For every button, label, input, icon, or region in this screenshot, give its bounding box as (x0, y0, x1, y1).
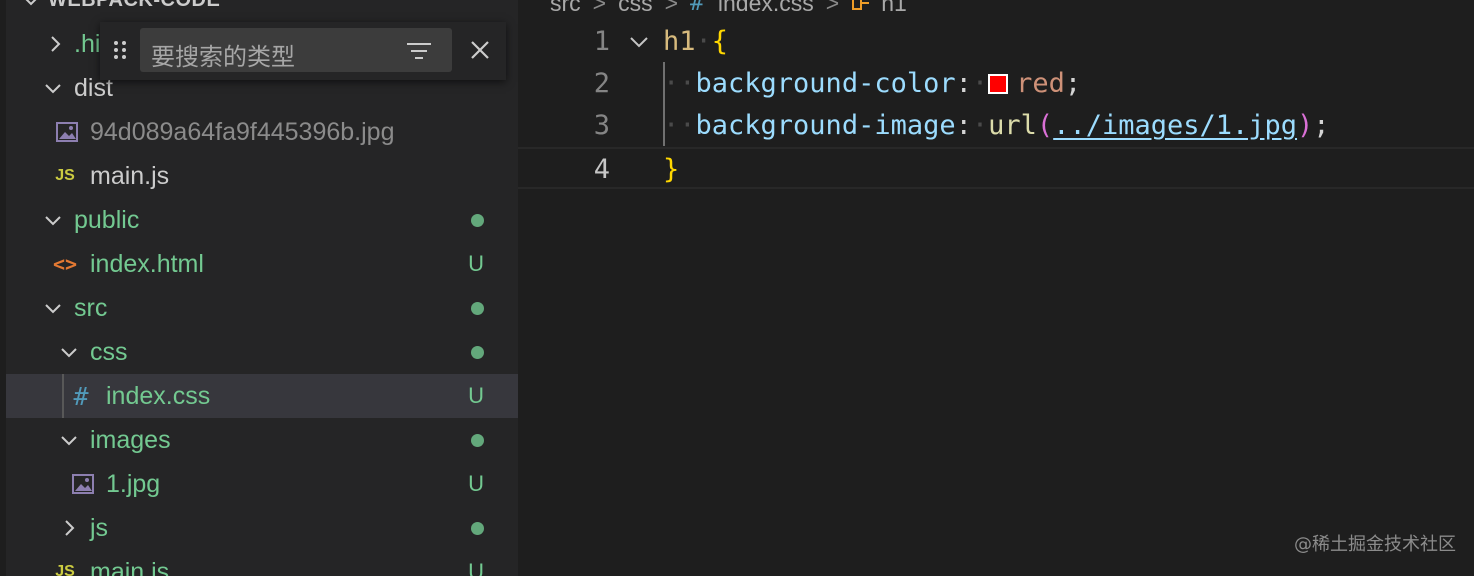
symbol-class-icon (852, 0, 870, 10)
chevron-down-icon (45, 216, 61, 226)
chevron-down-icon (61, 436, 77, 446)
color-swatch[interactable] (988, 74, 1009, 94)
code-text: ··background-image:·url(../images/1.jpg)… (663, 110, 1330, 141)
code-text: ··background-color:· red; (663, 68, 1082, 99)
explorer-section-header[interactable]: WEBPACK-CODE (20, 0, 220, 14)
find-input-placeholder: 要搜索的类型 (151, 44, 295, 71)
line-number: 1 (593, 26, 610, 57)
gripper-icon[interactable] (112, 39, 130, 61)
css-value: red (1016, 68, 1065, 99)
chevron-right-icon (51, 36, 61, 52)
image-file-icon (72, 474, 94, 494)
tree-item-label: main.js (90, 161, 170, 190)
fold-chevron-icon[interactable] (628, 34, 650, 52)
breadcrumb: src > css > # index.css > h1 (550, 0, 907, 18)
untracked-badge: U (468, 383, 484, 408)
find-input[interactable]: 要搜索的类型 (140, 28, 452, 72)
tree-item-src-main-js[interactable]: JS main.js U (6, 550, 518, 576)
line-number: 2 (593, 68, 610, 99)
tree-item-index-css[interactable]: # index.css U (6, 374, 518, 418)
close-brace: } (663, 154, 680, 185)
tree-item-label: js (90, 513, 109, 542)
tree-item-label: .hi (74, 29, 101, 58)
tree-item-dist-main-js[interactable]: JS main.js (6, 154, 518, 198)
semicolon: ; (1064, 68, 1082, 99)
html-file-icon: <> (52, 252, 78, 276)
tree-item-label: public (74, 205, 140, 234)
watermark: @稀土掘金技术社区 (1294, 534, 1456, 555)
chevron-down-icon (25, 0, 37, 6)
breadcrumb-item[interactable]: h1 (881, 0, 907, 17)
modified-dot (471, 345, 484, 359)
css-selector: h1 (663, 26, 696, 57)
indent-guide (62, 374, 64, 418)
modified-dot (471, 433, 484, 447)
explorer-find-widget: 要搜索的类型 (100, 22, 506, 80)
tree-item-1-jpg[interactable]: 1.jpg U (6, 462, 518, 506)
css-file-icon: # (690, 0, 704, 16)
chevron-right-icon (65, 520, 75, 536)
open-paren: ( (1036, 110, 1054, 141)
explorer-sidebar: WEBPACK-CODE .hi dist 94d089a64fa9f44539… (0, 0, 518, 576)
code-line-2[interactable]: 2 ··background-color:· red; (518, 63, 1474, 105)
tree-item-label: main.js (90, 557, 170, 576)
chevron-down-icon (45, 84, 61, 94)
close-paren: ) (1297, 110, 1314, 141)
tree-item-label: css (90, 337, 128, 366)
breadcrumb-separator: > (825, 0, 840, 16)
breadcrumb-separator: > (592, 0, 607, 16)
code-text: h1·{ (663, 26, 729, 57)
code-text: } (663, 154, 679, 185)
js-file-icon: JS (55, 167, 75, 184)
image-file-icon (56, 122, 78, 142)
breadcrumb-separator: > (664, 0, 679, 16)
semicolon: ; (1313, 110, 1330, 141)
breadcrumb-item[interactable]: index.css (718, 0, 814, 17)
modified-dot (471, 301, 484, 315)
close-icon[interactable] (468, 38, 492, 62)
tree-item-src[interactable]: src (6, 286, 518, 330)
url-link[interactable]: ../images/1.jpg (1053, 110, 1297, 141)
tree-item-label: index.css (106, 381, 211, 410)
line-number: 3 (593, 110, 610, 141)
tree-item-dist-image[interactable]: 94d089a64fa9f445396b.jpg (6, 110, 518, 154)
indent-guide (663, 62, 665, 146)
css-property: background-image (695, 110, 956, 141)
code-line-1[interactable]: 1 h1·{ (518, 21, 1474, 63)
filter-icon[interactable] (406, 41, 432, 61)
untracked-badge: U (468, 471, 484, 496)
tree-item-label: src (74, 293, 108, 322)
code-editor[interactable]: src > css > # index.css > h1 1 h1·{ 2 ··… (518, 0, 1474, 576)
tree-item-js[interactable]: js (6, 506, 518, 550)
code-line-4[interactable]: 4 } (518, 147, 1474, 189)
chevron-down-icon (61, 348, 77, 358)
section-title: WEBPACK-CODE (48, 0, 220, 12)
modified-dot (471, 213, 484, 227)
tree-item-label: images (90, 425, 171, 454)
untracked-badge: U (468, 559, 484, 576)
modified-dot (471, 521, 484, 535)
css-property: background-color (695, 68, 956, 99)
untracked-badge: U (468, 251, 484, 276)
tree-item-css[interactable]: css (6, 330, 518, 374)
tree-item-index-html[interactable]: <> index.html U (6, 242, 518, 286)
colon: : (955, 110, 972, 141)
breadcrumb-item[interactable]: css (618, 0, 653, 17)
breadcrumb-item[interactable]: src (550, 0, 581, 17)
tree-item-label: 94d089a64fa9f445396b.jpg (90, 117, 395, 146)
chevron-down-icon (45, 304, 61, 314)
tree-item-label: index.html (90, 249, 204, 278)
tree-item-images[interactable]: images (6, 418, 518, 462)
tree-item-public[interactable]: public (6, 198, 518, 242)
css-file-icon: # (73, 381, 89, 411)
css-function: url (988, 110, 1037, 141)
open-brace: { (711, 26, 729, 57)
js-file-icon: JS (55, 563, 75, 576)
code-line-3[interactable]: 3 ··background-image:·url(../images/1.jp… (518, 105, 1474, 147)
tree-item-label: 1.jpg (106, 469, 161, 498)
colon: : (955, 68, 972, 99)
line-number: 4 (593, 154, 610, 185)
